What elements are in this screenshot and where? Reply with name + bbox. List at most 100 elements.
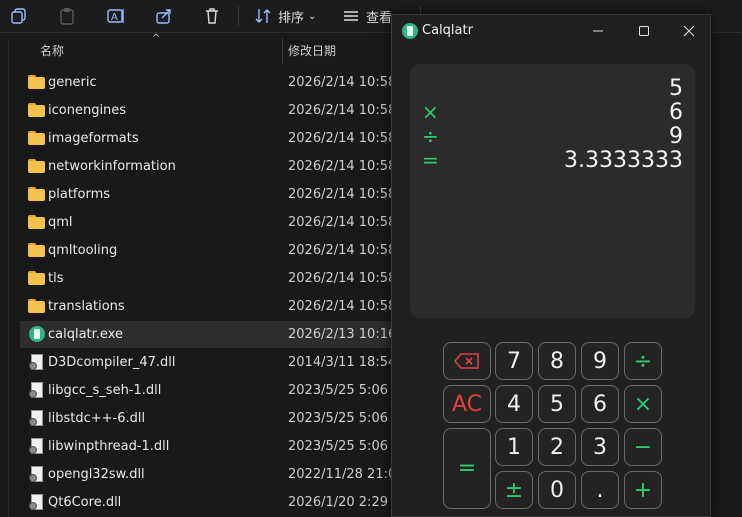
copy-icon[interactable]	[10, 4, 28, 28]
file-row[interactable]: D3Dcompiler_47.dll 2014/3/11 18:54	[20, 349, 396, 376]
folder-icon	[28, 214, 46, 230]
delete-icon[interactable]	[203, 4, 221, 28]
chevron-down-icon: ⌄	[308, 10, 317, 22]
file-date: 2026/2/14 10:58	[288, 75, 397, 90]
key-0[interactable]: 0	[538, 471, 576, 509]
close-icon	[683, 25, 695, 37]
minus-button[interactable]: −	[624, 428, 662, 466]
maximize-button[interactable]	[621, 15, 667, 47]
file-row[interactable]: libwinpthread-1.dll 2023/5/25 5:06	[20, 433, 392, 460]
plus-minus-button[interactable]: ±	[495, 471, 533, 509]
dll-file-icon	[28, 354, 46, 370]
file-row[interactable]: imageformats 2026/2/14 10:58	[20, 125, 396, 152]
file-date: 2026/2/14 10:58	[288, 215, 397, 230]
key-2[interactable]: 2	[538, 428, 576, 466]
file-date: 2026/2/14 10:58	[288, 159, 397, 174]
display-line-4: = 3.3333333	[410, 148, 695, 174]
calqlatr-window: Calqlatr 5 × 6 ÷ 9 = 3.3333333 7 8 9 ÷ A…	[391, 14, 711, 517]
file-row[interactable]: generic 2026/2/14 10:58	[20, 69, 396, 96]
folder-icon	[28, 130, 46, 146]
dll-file-icon	[28, 466, 46, 482]
file-row[interactable]: libgcc_s_seh-1.dll 2023/5/25 5:06	[20, 377, 392, 404]
file-date: 2023/5/25 5:06	[288, 383, 388, 398]
display-value: 6	[669, 100, 683, 125]
equals-button[interactable]: =	[443, 428, 491, 509]
file-name: qmltooling	[48, 243, 118, 258]
backspace-icon	[454, 353, 479, 369]
file-row[interactable]: qml 2026/2/14 10:58	[20, 209, 396, 236]
calqlatr-titlebar[interactable]: Calqlatr	[392, 15, 712, 47]
view-label: 查看	[366, 10, 393, 26]
divide-button[interactable]: ÷	[624, 342, 662, 380]
sort-button[interactable]: 排序 ⌄	[254, 4, 316, 28]
file-date: 2022/11/28 21:04	[288, 467, 405, 482]
file-row[interactable]: platforms 2026/2/14 10:58	[20, 181, 396, 208]
file-row[interactable]: networkinformation 2026/2/14 10:58	[20, 153, 396, 180]
file-date: 2014/3/11 18:54	[288, 355, 397, 370]
column-header-name-label: 名称	[40, 43, 65, 58]
column-header-date[interactable]: 修改日期	[288, 38, 336, 62]
minimize-button[interactable]	[575, 15, 621, 47]
file-date: 2026/2/14 10:58	[288, 103, 397, 118]
key-4[interactable]: 4	[495, 385, 533, 423]
display-value: 5	[669, 76, 683, 101]
plus-button[interactable]: +	[624, 471, 662, 509]
file-name: tls	[48, 271, 64, 286]
file-name: iconengines	[48, 103, 127, 118]
display-line-3: ÷ 9	[410, 124, 695, 150]
sort-ascending-icon: ^	[152, 33, 161, 44]
file-date: 2026/2/14 10:58	[288, 243, 397, 258]
file-row[interactable]: translations 2026/2/14 10:58	[20, 293, 396, 320]
close-button[interactable]	[666, 15, 712, 47]
file-row[interactable]: libstdc++-6.dll 2023/5/25 5:06	[20, 405, 392, 432]
folder-icon	[28, 270, 46, 286]
key-5[interactable]: 5	[538, 385, 576, 423]
file-row[interactable]: qmltooling 2026/2/14 10:58	[20, 237, 396, 264]
app-icon	[28, 326, 46, 342]
rename-icon[interactable]: A	[106, 4, 126, 28]
paste-icon[interactable]	[58, 4, 76, 28]
key-6[interactable]: 6	[581, 385, 619, 423]
decimal-button[interactable]: .	[581, 471, 619, 509]
file-row[interactable]: iconengines 2026/2/14 10:58	[20, 97, 396, 124]
multiply-button[interactable]: ×	[624, 385, 662, 423]
file-name: networkinformation	[48, 159, 176, 174]
key-8[interactable]: 8	[538, 342, 576, 380]
file-date: 2023/5/25 5:06	[288, 411, 388, 426]
file-date: 2023/5/25 5:06	[288, 439, 388, 454]
file-date: 2026/2/14 10:58	[288, 299, 397, 314]
file-name: translations	[48, 299, 125, 314]
file-name: libgcc_s_seh-1.dll	[48, 383, 162, 398]
file-date: 2026/2/14 10:58	[288, 271, 397, 286]
calc-display: 5 × 6 ÷ 9 = 3.3333333	[410, 64, 695, 318]
clear-all-button[interactable]: AC	[443, 385, 491, 423]
view-icon	[344, 11, 358, 21]
key-1[interactable]: 1	[495, 428, 533, 466]
backspace-button[interactable]	[443, 342, 491, 380]
file-name: Qt6Core.dll	[48, 495, 122, 510]
file-row[interactable]: opengl32sw.dll 2022/11/28 21:04	[20, 461, 405, 488]
minimize-icon	[593, 30, 603, 32]
column-header-name[interactable]: 名称	[40, 38, 64, 62]
folder-icon	[28, 242, 46, 258]
file-row[interactable]: tls 2026/2/14 10:58	[20, 265, 396, 292]
file-name: generic	[48, 75, 97, 90]
key-9[interactable]: 9	[581, 342, 619, 380]
dll-file-icon	[28, 494, 46, 510]
file-name: imageformats	[48, 131, 139, 146]
file-name: platforms	[48, 187, 111, 202]
key-3[interactable]: 3	[581, 428, 619, 466]
share-icon[interactable]	[155, 4, 173, 28]
file-date: 2026/2/13 10:16	[288, 327, 397, 342]
display-value: 3.3333333	[564, 148, 683, 173]
file-name: opengl32sw.dll	[48, 467, 145, 482]
file-row[interactable]: calqlatr.exe 2026/2/13 10:16	[20, 321, 396, 348]
calqlatr-app-icon	[401, 23, 419, 39]
dll-file-icon	[28, 438, 46, 454]
key-7[interactable]: 7	[495, 342, 533, 380]
maximize-icon	[639, 26, 649, 36]
file-name: libstdc++-6.dll	[48, 411, 146, 426]
file-name: qml	[48, 215, 73, 230]
file-row[interactable]: Qt6Core.dll 2026/1/20 2:29	[20, 489, 392, 516]
folder-icon	[28, 298, 46, 314]
